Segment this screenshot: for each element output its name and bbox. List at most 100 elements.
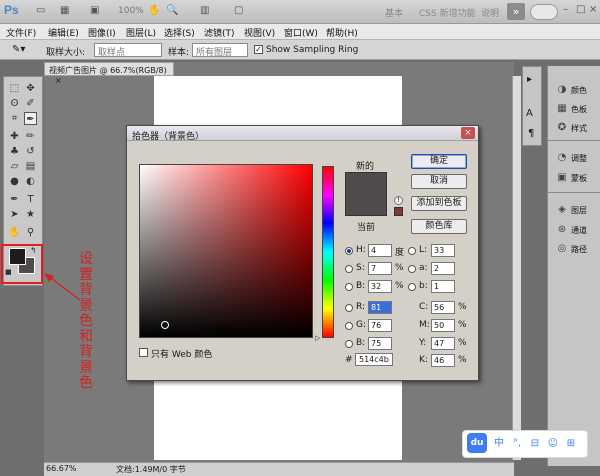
color-field-cursor[interactable]: [161, 321, 169, 329]
menu-help[interactable]: 帮助(H): [326, 26, 358, 39]
minibridge-icon[interactable]: ▦: [60, 5, 69, 19]
maximize-icon[interactable]: □: [576, 4, 588, 18]
zoom-icon[interactable]: 🔍: [166, 5, 178, 19]
r-field[interactable]: 81: [368, 301, 392, 314]
minimize-icon[interactable]: –: [563, 4, 575, 18]
sampling-ring-checkbox[interactable]: ✓: [254, 45, 263, 54]
document-tab[interactable]: 视频广告图片 @ 66.7%(RGB/8) ×: [44, 62, 174, 85]
paths-icon[interactable]: ◎: [556, 243, 568, 255]
clone-stamp-tool-icon[interactable]: ♣: [8, 145, 21, 158]
healing-tool-icon[interactable]: ✚: [8, 130, 21, 143]
menu-view[interactable]: 视图(V): [244, 26, 275, 39]
hex-field[interactable]: 514c4b: [355, 353, 393, 366]
paragraph-panel-icon[interactable]: ¶: [528, 128, 534, 139]
crop-tool-icon[interactable]: ⌗: [8, 112, 21, 125]
k-field[interactable]: 46: [431, 354, 455, 367]
user-icon[interactable]: ☺: [546, 437, 560, 451]
menu-layer[interactable]: 图层(L): [126, 26, 156, 39]
y-field[interactable]: 47: [431, 337, 455, 350]
s-field[interactable]: 7: [368, 262, 392, 275]
panel-tab-paths[interactable]: 路径: [571, 244, 587, 255]
path-select-tool-icon[interactable]: ➤: [8, 208, 21, 221]
c-field[interactable]: 56: [431, 301, 455, 314]
chinese-mode-icon[interactable]: 中: [492, 437, 506, 451]
styles-icon[interactable]: ✪: [556, 122, 568, 134]
cancel-button[interactable]: 取消: [411, 174, 467, 189]
swap-colors-icon[interactable]: ↰: [30, 246, 37, 255]
hue-slider[interactable]: [322, 166, 334, 338]
menu-image[interactable]: 图像(I): [88, 26, 116, 39]
punctuation-icon[interactable]: °,: [510, 437, 524, 451]
l-field[interactable]: 33: [431, 244, 455, 257]
color-field[interactable]: [139, 164, 313, 338]
view-extras-icon[interactable]: ▣: [90, 5, 99, 19]
dodge-tool-icon[interactable]: ◐: [24, 175, 37, 188]
masks-icon[interactable]: ▣: [556, 172, 568, 184]
du-logo-icon[interactable]: du: [467, 433, 487, 453]
a-field[interactable]: 2: [431, 262, 455, 275]
move-tool-icon[interactable]: ✥: [24, 82, 37, 95]
menu-filter[interactable]: 滤镜(T): [204, 26, 235, 39]
eraser-tool-icon[interactable]: ▱: [8, 160, 21, 173]
menu-file[interactable]: 文件(F): [6, 26, 36, 39]
blur-tool-icon[interactable]: ●: [8, 175, 21, 188]
bridge-icon[interactable]: ▭: [36, 5, 45, 19]
ok-button[interactable]: 确定: [411, 154, 467, 169]
workspace-basic[interactable]: 基本: [385, 6, 403, 19]
web-safe-color-icon[interactable]: [394, 207, 403, 216]
menu-edit[interactable]: 编辑(E): [48, 26, 79, 39]
type-tool-icon[interactable]: T: [24, 193, 37, 206]
grid-menu-icon[interactable]: ⊞: [564, 437, 578, 451]
close-tab-icon[interactable]: ×: [55, 76, 62, 85]
lab-b-radio[interactable]: [408, 283, 416, 291]
adjustments-icon[interactable]: ◔: [556, 152, 568, 164]
workspace-help[interactable]: 说明: [481, 6, 499, 19]
color-icon[interactable]: ◑: [556, 84, 568, 96]
panel-tab-color[interactable]: 颜色: [571, 85, 587, 96]
brush-tool-icon[interactable]: ✏: [24, 130, 37, 143]
h-field[interactable]: 4: [368, 244, 392, 257]
gradient-tool-icon[interactable]: ▤: [24, 160, 37, 173]
h-radio[interactable]: [345, 247, 353, 255]
lab-b-field[interactable]: 1: [431, 280, 455, 293]
zoom-level[interactable]: 100%: [118, 6, 144, 16]
dialog-close-button[interactable]: ×: [461, 127, 475, 139]
menu-select[interactable]: 选择(S): [164, 26, 195, 39]
b-field[interactable]: 32: [368, 280, 392, 293]
hand-tool-icon[interactable]: ✋: [8, 226, 21, 239]
workspace-css-new[interactable]: CSS 新增功能: [419, 6, 476, 19]
search-field[interactable]: [530, 4, 558, 20]
panel-tab-swatches[interactable]: 色板: [571, 104, 587, 115]
sample-select[interactable]: 所有图层: [192, 43, 248, 58]
panel-tab-layers[interactable]: 图层: [571, 205, 587, 216]
gamut-warning-icon[interactable]: !: [394, 196, 403, 205]
sample-size-select[interactable]: 取样点: [94, 43, 162, 58]
eyedropper-tool-icon[interactable]: ✎▾: [12, 44, 25, 55]
g-radio[interactable]: [345, 322, 353, 330]
panel-tab-adjustments[interactable]: 调整: [571, 153, 587, 164]
pen-tool-icon[interactable]: ✒: [8, 193, 21, 206]
channels-icon[interactable]: ⊛: [556, 224, 568, 236]
marquee-tool-icon[interactable]: ⬚: [8, 82, 21, 95]
default-colors-icon[interactable]: ■: [5, 268, 12, 276]
close-icon[interactable]: ×: [589, 4, 600, 18]
document-info[interactable]: 文档:1.49M/0 字节: [116, 464, 186, 475]
bl-field[interactable]: 75: [368, 337, 392, 350]
toolbox-icon[interactable]: ⊟: [528, 437, 542, 451]
hue-slider-handle[interactable]: ▷: [315, 334, 320, 342]
vertical-scrollbar[interactable]: [512, 76, 521, 460]
foreground-color-swatch[interactable]: [9, 248, 26, 265]
bl-radio[interactable]: [345, 340, 353, 348]
panel-tab-masks[interactable]: 蒙板: [571, 173, 587, 184]
m-field[interactable]: 50: [431, 319, 455, 332]
arrange-documents-icon[interactable]: ▥: [200, 5, 209, 19]
b-radio[interactable]: [345, 283, 353, 291]
a-radio[interactable]: [408, 265, 416, 273]
s-radio[interactable]: [345, 265, 353, 273]
web-colors-checkbox[interactable]: [139, 348, 148, 357]
quick-select-tool-icon[interactable]: ✐: [24, 97, 37, 110]
hand-icon[interactable]: ✋: [148, 5, 160, 19]
add-to-swatches-button[interactable]: 添加到色板: [411, 196, 467, 211]
lasso-tool-icon[interactable]: ʘ: [8, 97, 21, 110]
g-field[interactable]: 76: [368, 319, 392, 332]
